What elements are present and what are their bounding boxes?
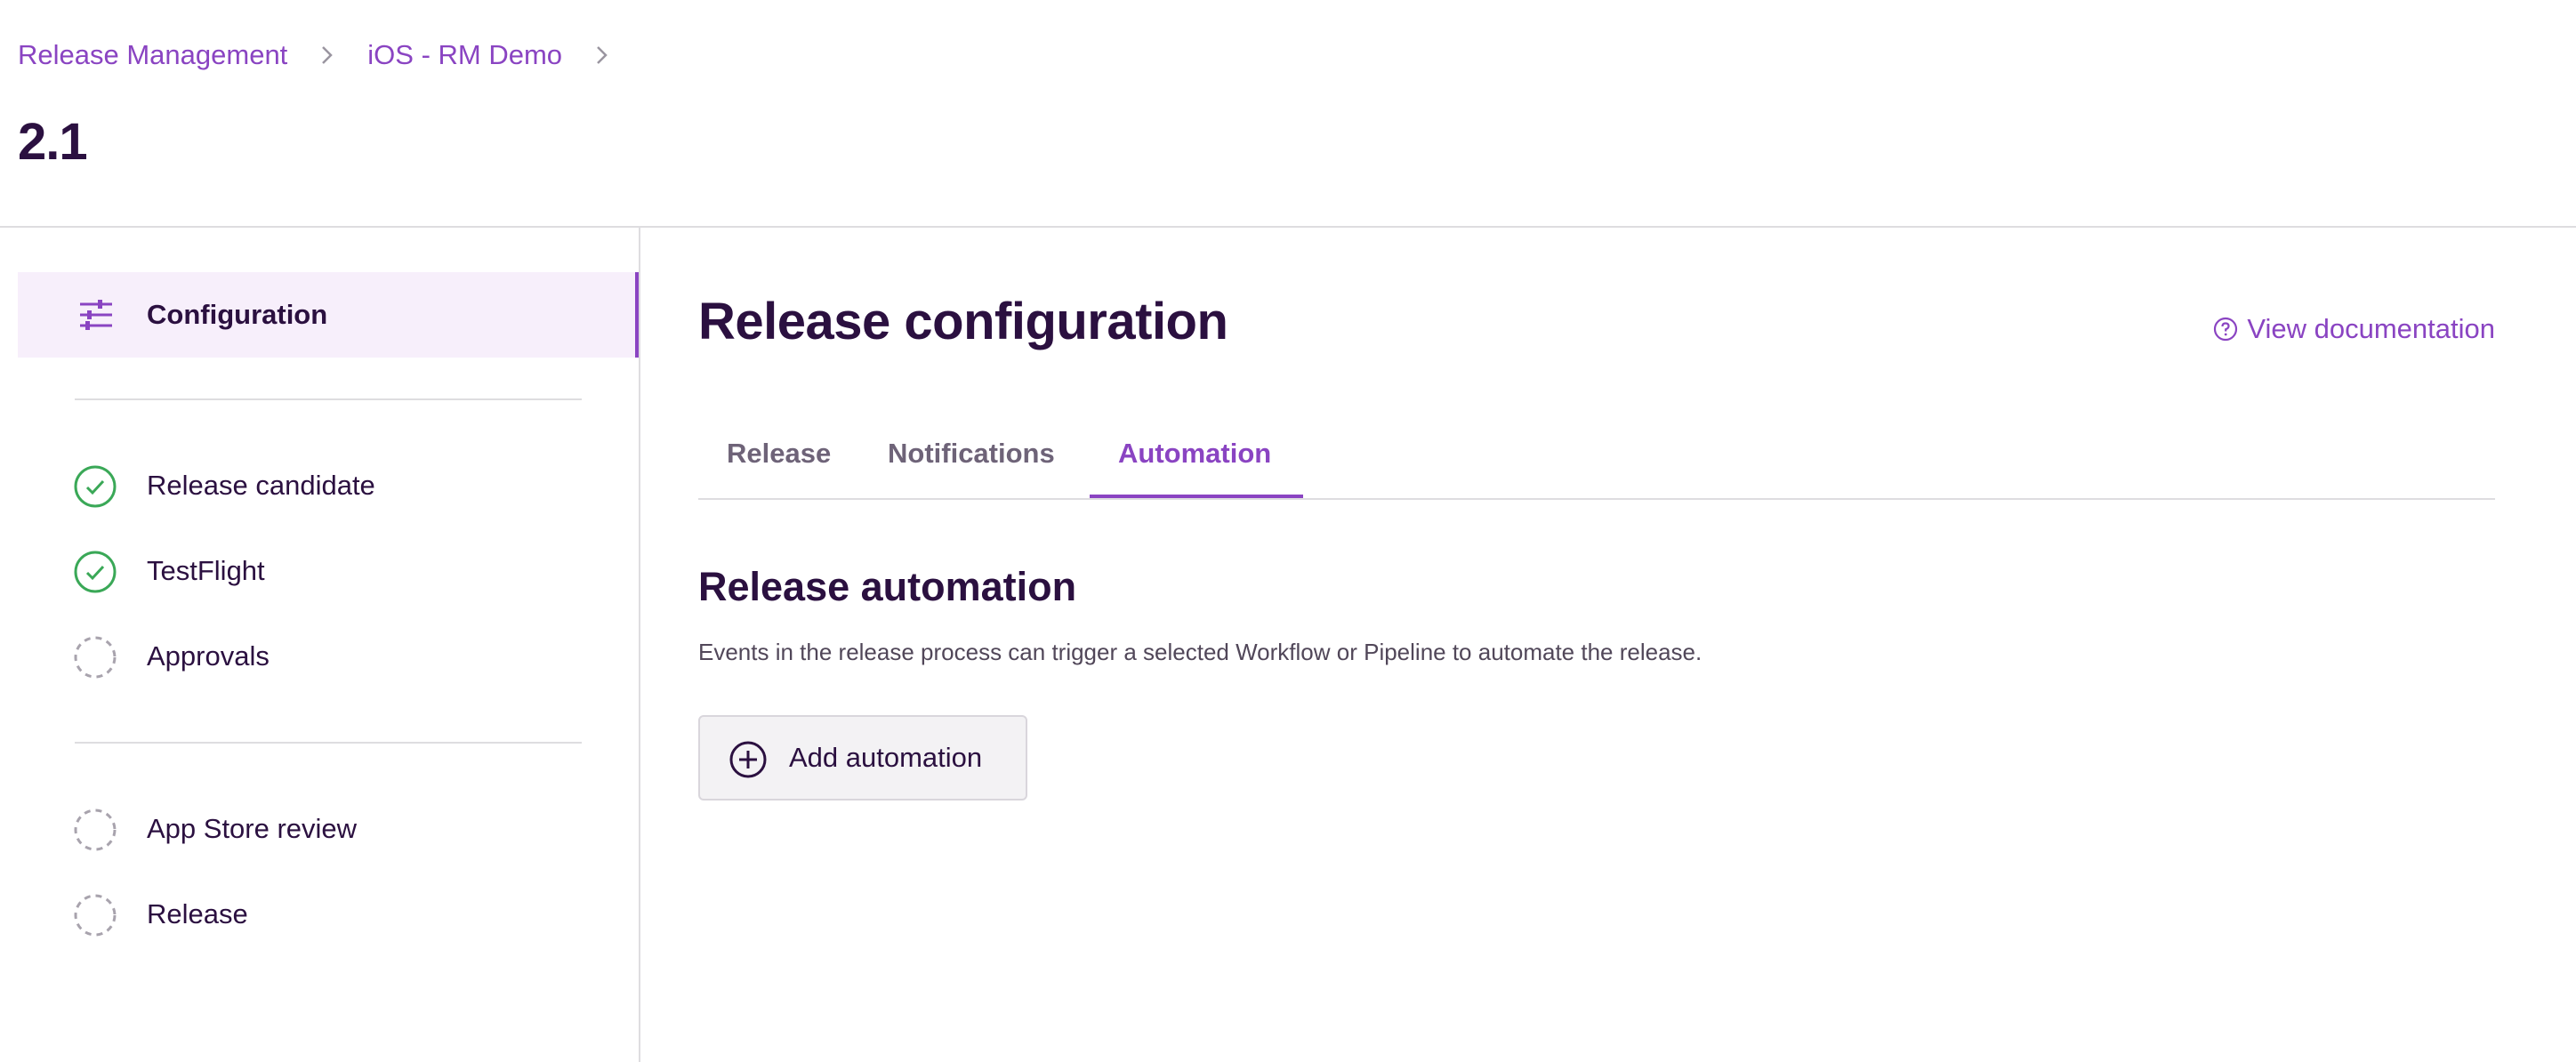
check-circle-icon <box>73 550 117 594</box>
add-automation-button[interactable]: Add automation <box>698 715 1027 801</box>
pending-circle-icon <box>73 808 117 852</box>
main-content: Release configuration View documentation… <box>642 228 2576 1062</box>
release-automation-description: Events in the release process can trigge… <box>698 639 1703 665</box>
breadcrumb-app[interactable]: iOS - RM Demo <box>367 39 562 71</box>
breadcrumb: Release Management iOS - RM Demo <box>18 39 642 71</box>
section-heading: Release configuration <box>698 293 1228 350</box>
sidebar-item-label: Approvals <box>147 640 270 672</box>
config-tabs: Release Notifications Automation <box>698 406 2495 500</box>
breadcrumb-release-management[interactable]: Release Management <box>18 39 287 71</box>
pending-circle-icon <box>73 635 117 680</box>
sidebar-item-label: App Store review <box>147 813 358 844</box>
tab-automation[interactable]: Automation <box>1118 438 1271 470</box>
active-tab-indicator <box>1090 495 1303 498</box>
sidebar-item-testflight[interactable]: TestFlight <box>18 535 639 607</box>
sidebar: Configuration Release candidate TestFlig… <box>0 228 640 1062</box>
sliders-icon <box>78 297 114 333</box>
pending-circle-icon <box>73 893 117 937</box>
help-circle-icon <box>2213 317 2238 342</box>
sidebar-item-release[interactable]: Release <box>18 879 639 950</box>
sidebar-item-label: TestFlight <box>147 555 265 586</box>
tab-release[interactable]: Release <box>727 438 831 470</box>
page-header: Release Management iOS - RM Demo 2.1 <box>0 0 2576 228</box>
doc-link-label: View documentation <box>2247 313 2495 344</box>
chevron-right-icon <box>314 42 341 68</box>
sidebar-item-app-store-review[interactable]: App Store review <box>18 793 639 865</box>
sidebar-item-label: Configuration <box>147 299 328 330</box>
sidebar-divider <box>75 742 582 744</box>
sidebar-item-approvals[interactable]: Approvals <box>18 621 639 692</box>
add-automation-label: Add automation <box>789 742 983 773</box>
sidebar-divider <box>75 398 582 400</box>
sidebar-item-label: Release <box>147 898 248 929</box>
view-documentation-link[interactable]: View documentation <box>2213 313 2495 345</box>
page-title: 2.1 <box>18 113 88 171</box>
sidebar-item-configuration[interactable]: Configuration <box>18 272 639 358</box>
plus-circle-icon <box>729 740 768 779</box>
chevron-right-icon <box>589 42 616 68</box>
sidebar-item-label: Release candidate <box>147 470 375 501</box>
sidebar-item-release-candidate[interactable]: Release candidate <box>18 450 639 521</box>
check-circle-icon <box>73 464 117 509</box>
release-automation-heading: Release automation <box>698 564 1077 609</box>
tab-notifications[interactable]: Notifications <box>888 438 1055 470</box>
